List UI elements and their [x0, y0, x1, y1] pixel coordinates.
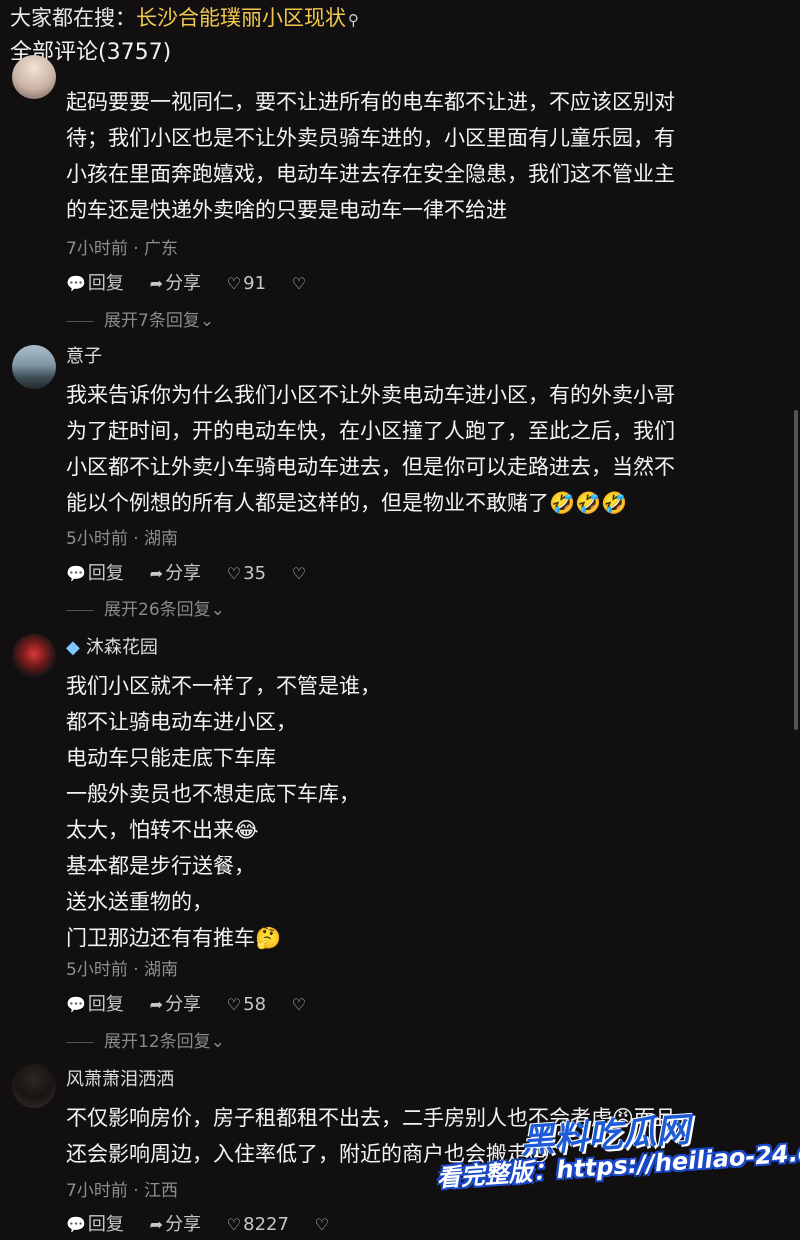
- divider: [66, 1041, 94, 1043]
- comment-line: 电动车只能走底下车库: [66, 746, 276, 770]
- heart-icon: ♡: [226, 564, 242, 583]
- like-count: 8227: [243, 1214, 289, 1235]
- comment-meta: 5小时前 · 湖南: [66, 529, 179, 549]
- comment-line: 能以个例想的所有人都是这样的，但是物业不敢赌了🤣🤣🤣: [66, 491, 628, 515]
- expand-replies-button[interactable]: 展开26条回复⌄: [66, 599, 225, 621]
- like-count: 35: [243, 563, 267, 584]
- divider: [66, 609, 94, 611]
- avatar[interactable]: [12, 345, 56, 389]
- expand-label: 展开26条回复: [104, 600, 211, 620]
- comment-actions: 💬 回复 ➦ 分享 ♡ 58 ♡: [66, 993, 328, 1017]
- comment-line: 太大，怕转不出来😂: [66, 818, 259, 842]
- reply-label: 回复: [87, 563, 124, 584]
- reply-button[interactable]: 💬 回复: [66, 994, 124, 1015]
- heart-icon: ♡: [226, 274, 242, 293]
- share-icon: ➦: [149, 274, 164, 293]
- comment-line: 门卫那边还有有推车🤔: [66, 926, 282, 950]
- comment-line: 为了赶时间，开的电动车快，在小区撞了人跑了，至此之后，我们: [66, 419, 675, 443]
- scrollbar[interactable]: [794, 410, 798, 730]
- share-button[interactable]: ➦ 分享: [150, 273, 201, 294]
- reply-button[interactable]: 💬 回复: [66, 563, 124, 584]
- avatar[interactable]: [12, 1064, 56, 1108]
- chevron-down-icon: ⌄: [210, 600, 225, 620]
- commenter-name[interactable]: 风萧萧泪洒洒: [66, 1068, 174, 1092]
- comment-line: 基本都是步行送餐，: [66, 854, 255, 878]
- comment-line: 小孩在里面奔跑嬉戏，电动车进去存在安全隐患，我们这不管业主: [66, 162, 675, 186]
- share-button[interactable]: ➦ 分享: [150, 994, 201, 1015]
- diamond-icon: ◆: [66, 637, 80, 658]
- share-button[interactable]: ➦ 分享: [150, 1214, 201, 1235]
- search-icon[interactable]: ⚲: [348, 11, 359, 29]
- like-button[interactable]: ♡ 8227: [227, 1214, 289, 1235]
- comment-actions: 💬 回复 ➦ 分享 ♡ 35 ♡: [66, 562, 328, 586]
- comment-line: 起码要要一视同仁，要不让进所有的电车都不让进，不应该区别对: [66, 90, 675, 114]
- expand-replies-button[interactable]: 展开7条回复⌄: [66, 310, 214, 332]
- share-label: 分享: [165, 994, 202, 1015]
- comment-line: 送水送重物的，: [66, 890, 213, 914]
- share-button[interactable]: ➦ 分享: [150, 563, 201, 584]
- commenter-name[interactable]: 意子: [66, 345, 102, 369]
- commenter-name-row[interactable]: ◆ 沐森花园: [66, 636, 158, 660]
- reply-icon: 💬: [66, 564, 86, 583]
- dislike-icon: ♡: [291, 274, 307, 293]
- comment-line: 小区都不让外卖小车骑电动车进去，但是你可以走路进去，当然不: [66, 455, 675, 479]
- share-icon: ➦: [149, 995, 164, 1014]
- like-count: 58: [243, 994, 267, 1015]
- comment-meta: 5小时前 · 湖南: [66, 960, 179, 980]
- heart-icon: ♡: [226, 995, 242, 1014]
- divider: [66, 320, 94, 322]
- comment-meta: 7小时前 · 江西: [66, 1181, 179, 1201]
- comment-line: 我来告诉你为什么我们小区不让外卖电动车进小区，有的外卖小哥: [66, 383, 675, 407]
- trending-search-bar[interactable]: 大家都在搜：长沙合能璞丽小区现状 ⚲: [10, 3, 359, 35]
- like-button[interactable]: ♡ 35: [227, 563, 266, 584]
- reply-label: 回复: [87, 994, 124, 1015]
- like-button[interactable]: ♡ 91: [227, 273, 266, 294]
- dislike-button[interactable]: ♡: [315, 1214, 331, 1235]
- commenter-name: 沐森花园: [85, 637, 158, 658]
- comment-line: 我们小区就不一样了，不管是谁，: [66, 674, 381, 698]
- avatar[interactable]: [12, 55, 56, 99]
- chevron-down-icon: ⌄: [199, 311, 215, 331]
- share-icon: ➦: [149, 564, 164, 583]
- share-icon: ➦: [149, 1215, 164, 1234]
- comment-body: 我们小区就不一样了，不管是谁， 都不让骑电动车进小区， 电动车只能走底下车库 一…: [66, 668, 786, 956]
- chevron-down-icon: ⌄: [210, 1032, 225, 1052]
- comment-line: 都不让骑电动车进小区，: [66, 710, 297, 734]
- dislike-button[interactable]: ♡: [292, 273, 308, 294]
- comment-line: 一般外卖员也不想走底下车库，: [66, 782, 360, 806]
- dislike-icon: ♡: [314, 1215, 330, 1234]
- search-keyword-link[interactable]: 长沙合能璞丽小区现状: [136, 6, 346, 30]
- comment-line: 待；我们小区也是不让外卖员骑车进的，小区里面有儿童乐园，有: [66, 126, 675, 150]
- comment-body: 起码要要一视同仁，要不让进所有的电车都不让进，不应该区别对 待；我们小区也是不让…: [66, 84, 786, 228]
- comment-actions: 💬 回复 ➦ 分享 ♡ 91 ♡: [66, 272, 328, 296]
- like-count: 91: [243, 273, 267, 294]
- heart-icon: ♡: [226, 1215, 242, 1234]
- share-label: 分享: [165, 273, 202, 294]
- reply-button[interactable]: 💬 回复: [66, 1214, 124, 1235]
- avatar[interactable]: [12, 634, 56, 678]
- reply-button[interactable]: 💬 回复: [66, 273, 124, 294]
- expand-replies-button[interactable]: 展开12条回复⌄: [66, 1031, 225, 1053]
- dislike-button[interactable]: ♡: [292, 563, 308, 584]
- expand-label: 展开7条回复: [104, 311, 200, 331]
- reply-label: 回复: [87, 1214, 124, 1235]
- comment-body: 我来告诉你为什么我们小区不让外卖电动车进小区，有的外卖小哥 为了赶时间，开的电动…: [66, 377, 786, 521]
- comment-actions: 💬 回复 ➦ 分享 ♡ 8227 ♡: [66, 1213, 351, 1237]
- reply-icon: 💬: [66, 274, 86, 293]
- expand-label: 展开12条回复: [104, 1032, 211, 1052]
- dislike-icon: ♡: [291, 995, 307, 1014]
- share-label: 分享: [165, 563, 202, 584]
- dislike-button[interactable]: ♡: [292, 994, 308, 1015]
- like-button[interactable]: ♡ 58: [227, 994, 266, 1015]
- comment-meta: 7小时前 · 广东: [66, 239, 179, 259]
- reply-label: 回复: [87, 273, 124, 294]
- dislike-icon: ♡: [291, 564, 307, 583]
- reply-icon: 💬: [66, 995, 86, 1014]
- comment-line: 的车还是快递外卖啥的只要是电动车一律不给进: [66, 198, 507, 222]
- share-label: 分享: [165, 1214, 202, 1235]
- reply-icon: 💬: [66, 1215, 86, 1234]
- search-label: 大家都在搜：: [10, 6, 136, 30]
